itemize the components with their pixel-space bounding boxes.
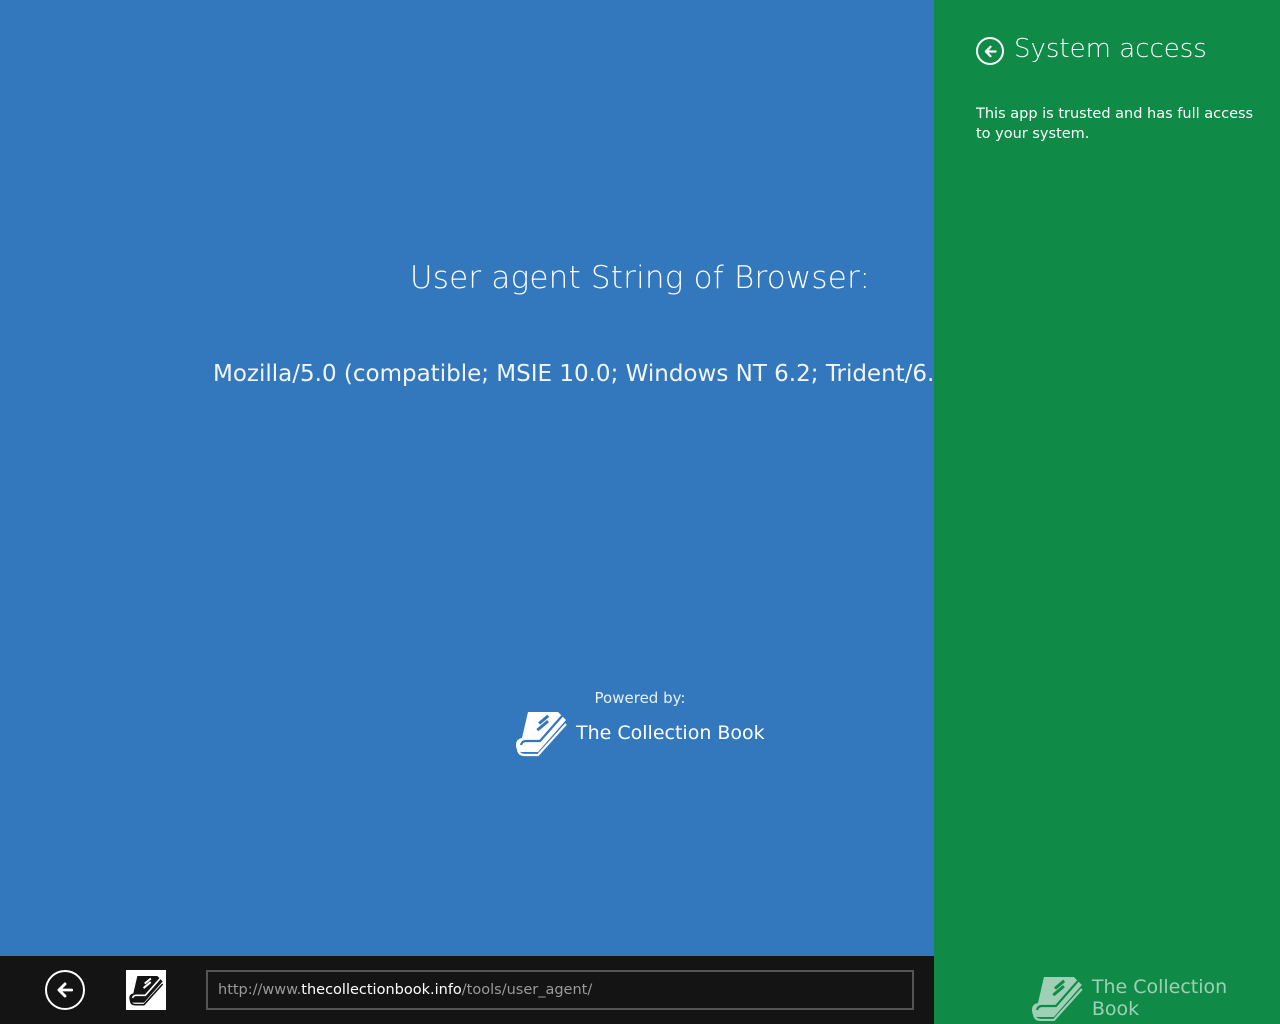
back-button[interactable] <box>45 970 85 1010</box>
pane-brand: The Collection Book <box>1030 972 1280 1024</box>
brand-name: The Collection Book <box>576 722 765 744</box>
url-path: /tools/user_agent/ <box>461 982 593 998</box>
brand-logo-link[interactable]: The Collection Book <box>514 708 765 758</box>
book-icon <box>514 708 568 758</box>
book-icon <box>1030 973 1084 1023</box>
pane-back-button[interactable] <box>976 37 1004 65</box>
user-agent-string: Mozilla/5.0 (compatible; MSIE 10.0; Wind… <box>213 361 934 387</box>
home-button[interactable] <box>126 970 166 1010</box>
back-arrow-icon <box>982 43 999 60</box>
url-prefix: http://www. <box>218 982 302 998</box>
address-bar[interactable]: http://www. thecollectionbook.info/tools/… <box>206 970 914 1010</box>
app-bar: http://www. thecollectionbook.info/tools/… <box>0 956 934 1024</box>
back-arrow-icon <box>54 979 76 1001</box>
powered-by-label: Powered by: <box>594 689 686 707</box>
url-domain: thecollectionbook.info <box>301 982 462 998</box>
page-heading: User agent String of Browser: <box>409 260 871 296</box>
book-icon <box>129 976 164 1006</box>
pane-description: This app is trusted and has full access … <box>976 106 1254 142</box>
pane-title: System access <box>1014 34 1207 64</box>
settings-pane: System access This app is trusted and ha… <box>934 0 1280 1024</box>
pane-brand-name: The Collection Book <box>1091 976 1228 1020</box>
app-content: User agent String of Browser: Mozilla/5.… <box>0 0 934 956</box>
